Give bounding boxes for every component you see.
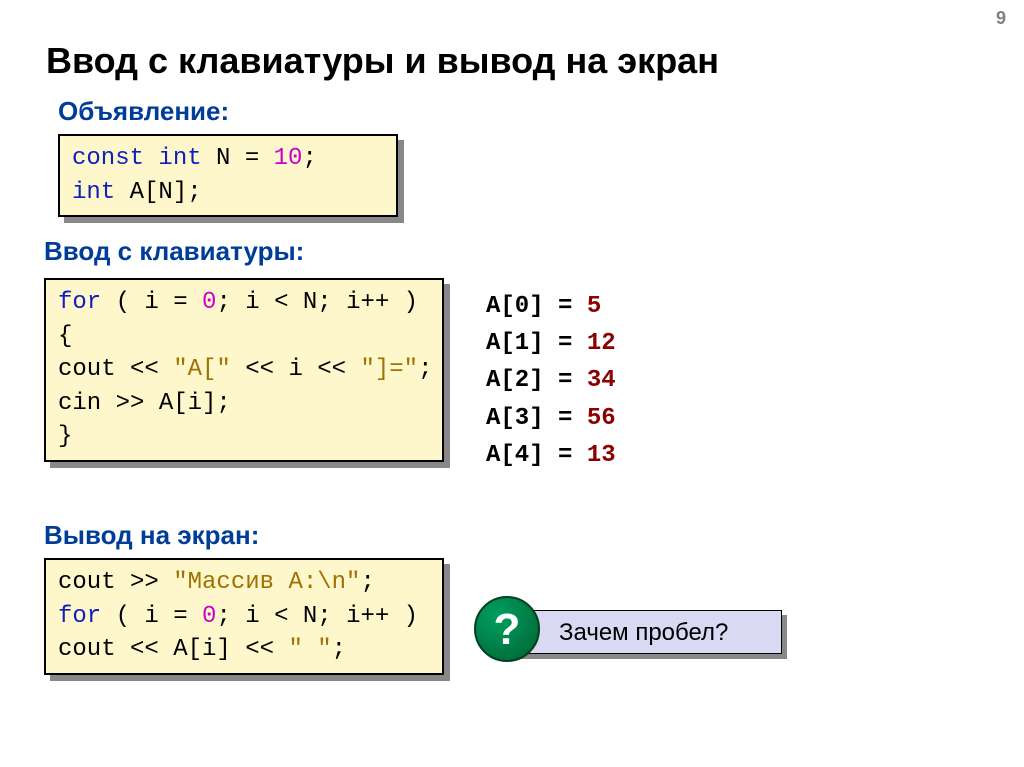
str-literal: "Массив A:\n" (173, 569, 360, 596)
num-literal: 0 (202, 603, 216, 630)
str-literal: "]=" (360, 356, 418, 383)
code-declare: const int N = 10; int A[N]; (58, 134, 398, 217)
subhead-output: Вывод на экран: (44, 520, 259, 551)
num-literal: 0 (202, 289, 216, 316)
code-text: ; (302, 145, 316, 172)
sample-idx: A[3] = (486, 405, 572, 432)
sample-row: A[4] = 13 (486, 437, 616, 474)
sample-idx: A[1] = (486, 330, 572, 357)
sample-idx: A[4] = (486, 442, 572, 469)
sample-val: 34 (572, 367, 615, 394)
kw-for: for (58, 289, 101, 316)
code-text: cout << A[i] << (58, 636, 288, 663)
sample-idx: A[2] = (486, 367, 572, 394)
code-output: cout >> "Массив A:\n"; for ( i = 0; i < … (44, 558, 444, 675)
slide-title: Ввод с клавиатуры и вывод на экран (46, 40, 719, 82)
code-text: ( i = (101, 603, 202, 630)
sample-row: A[2] = 34 (486, 362, 616, 399)
sample-output: A[0] = 5 A[1] = 12 A[2] = 34 A[3] = 56 A… (486, 288, 616, 474)
code-text: ; i < N; i++ ) (216, 603, 418, 630)
subhead-declare: Объявление: (58, 96, 229, 127)
sample-val: 5 (572, 293, 601, 320)
code-text: ; (332, 636, 346, 663)
sample-row: A[3] = 56 (486, 400, 616, 437)
code-text: cout << (58, 356, 173, 383)
code-text: cout >> (58, 569, 173, 596)
code-text: << i << (231, 356, 361, 383)
kw-const: const (72, 145, 144, 172)
callout-box: Зачем пробел? (502, 610, 782, 654)
sample-val: 56 (572, 405, 615, 432)
question-icon: ? (474, 596, 540, 662)
code-text: ; (418, 356, 432, 383)
sample-val: 13 (572, 442, 615, 469)
kw-int: int (72, 179, 115, 206)
kw-int: int (158, 145, 201, 172)
page-number: 9 (996, 8, 1006, 29)
subhead-input: Ввод с клавиатуры: (44, 236, 304, 267)
code-text: cin >> A[i]; (58, 387, 430, 421)
code-text: } (58, 420, 430, 454)
str-literal: "A[" (173, 356, 231, 383)
code-text: ( i = (101, 289, 202, 316)
str-literal: " " (288, 636, 331, 663)
sample-val: 12 (572, 330, 615, 357)
code-input: for ( i = 0; i < N; i++ ) { cout << "A["… (44, 278, 444, 462)
num-literal: 10 (274, 145, 303, 172)
kw-for: for (58, 603, 101, 630)
sample-row: A[1] = 12 (486, 325, 616, 362)
code-text: A[N]; (115, 179, 201, 206)
sample-idx: A[0] = (486, 293, 572, 320)
code-text: { (58, 320, 430, 354)
sample-row: A[0] = 5 (486, 288, 616, 325)
code-text: ; i < N; i++ ) (216, 289, 418, 316)
code-text: ; (360, 569, 374, 596)
code-text: N = (216, 145, 274, 172)
